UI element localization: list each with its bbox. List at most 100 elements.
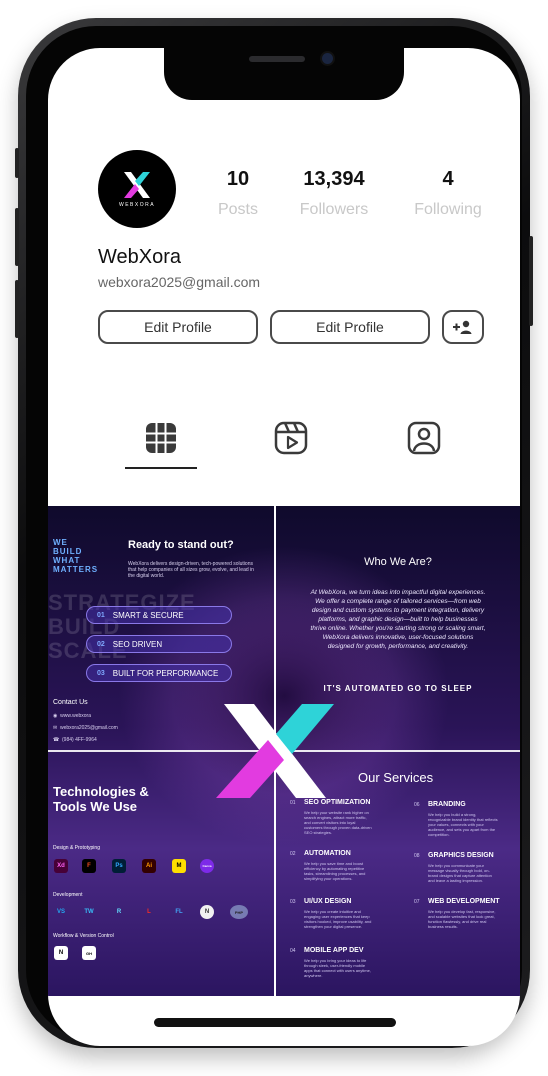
contact-email: webxora2025@gmail.com <box>59 725 118 731</box>
xd-icon: Xd <box>54 859 68 873</box>
home-indicator[interactable] <box>154 1018 396 1027</box>
service-description: We help you save time and boost efficien… <box>304 861 366 881</box>
service-title: WEB DEVELOPMENT <box>428 898 500 905</box>
development-tools-title: Development <box>53 892 83 898</box>
pill-number: 02 <box>97 640 105 648</box>
post-grid: WE BUILD WHAT MATTERS Ready to stand out… <box>48 506 520 996</box>
service-title: UI/UX DESIGN <box>304 898 352 905</box>
notch <box>164 48 404 100</box>
stat-followers[interactable]: 13,394 Followers <box>286 168 382 219</box>
add-friend-button[interactable] <box>442 310 484 344</box>
stat-following-label: Following <box>414 201 482 218</box>
feature-pill: 02 SEO DRIVEN <box>86 635 232 653</box>
service-description: We help you bring your ideas to life thr… <box>304 958 371 978</box>
profile-email: webxora2025@gmail.com <box>98 274 261 290</box>
tech-heading: Technologies & Tools We Use <box>53 784 149 814</box>
react-icon: R <box>116 909 122 915</box>
edit-profile-button[interactable]: Edit Profile <box>98 310 258 344</box>
feature-pill: 01 SMART & SECURE <box>86 606 232 624</box>
service-number: 04 <box>290 948 296 954</box>
we-build-tagline: WE BUILD WHAT MATTERS <box>53 538 98 574</box>
ready-heading: Ready to stand out? <box>128 539 234 551</box>
tagline-line: WE <box>53 538 68 547</box>
vscode-icon: VS <box>56 909 65 915</box>
edit-profile-button-secondary[interactable]: Edit Profile <box>270 310 430 344</box>
contact-item: ◉ www.webxora <box>53 713 92 719</box>
add-user-icon <box>453 320 472 334</box>
stat-posts-value: 10 <box>226 168 250 190</box>
tagline-line: WHAT <box>53 556 81 565</box>
service-title: MOBILE APP DEV <box>304 947 364 954</box>
avatar-brand-text: WEBXORA <box>118 202 156 208</box>
reels-icon <box>274 421 308 455</box>
contact-website: www.webxora <box>60 713 92 719</box>
tagged-icon <box>407 421 441 455</box>
ready-subtext: WebXora delivers design-driven, tech-pow… <box>128 561 254 579</box>
service-number: 03 <box>290 899 296 905</box>
tech-heading-line: Technologies & <box>53 784 149 799</box>
tagline-line: MATTERS <box>53 565 99 574</box>
service-description: We help you develop fast, responsive, an… <box>428 909 496 929</box>
contact-phone: (984) 4FF-9964 <box>62 737 97 743</box>
stat-followers-value: 13,394 <box>303 168 365 190</box>
who-body: At WebXora, we turn ideas into impactful… <box>310 589 486 650</box>
notion-icon: N <box>54 946 68 960</box>
volume-up-button <box>15 208 19 266</box>
contact-title: Contact Us <box>53 699 88 706</box>
pill-number: 01 <box>97 611 105 619</box>
speaker <box>249 56 305 62</box>
services-heading: Our Services <box>358 770 434 785</box>
contact-item: ☎ (984) 4FF-9964 <box>53 737 97 743</box>
canva-icon: Canva <box>200 859 214 873</box>
design-tools-title: Design & Prototyping <box>53 845 100 851</box>
screen: WEBXORA 10 Posts 13,394 Followers 4 Foll… <box>48 48 520 1046</box>
feature-pill: 03 BUILT FOR PERFORMANCE <box>86 664 232 682</box>
stat-posts-label: Posts <box>217 201 258 218</box>
webxora-logo-icon <box>124 172 150 198</box>
tab-reels[interactable] <box>273 420 309 456</box>
automated-tagline: IT'S AUTOMATED GO TO SLEEP <box>323 684 473 693</box>
workflow-tools-title: Workflow & Version Control <box>53 933 114 939</box>
tab-tagged[interactable] <box>406 420 442 456</box>
tailwind-icon: TW <box>84 909 94 915</box>
service-number: 07 <box>414 899 420 905</box>
tab-posts-grid[interactable] <box>143 420 179 456</box>
figma-icon: F <box>82 859 96 873</box>
laravel-icon: L <box>147 909 151 915</box>
contact-item: ✉ webxora2025@gmail.com <box>53 725 118 731</box>
service-title: BRANDING <box>428 801 466 808</box>
service-title: AUTOMATION <box>304 850 351 857</box>
pill-label: SEO DRIVEN <box>112 639 163 649</box>
power-button <box>529 236 533 326</box>
illustrator-icon: Ai <box>142 859 156 873</box>
pill-number: 03 <box>97 669 105 677</box>
nextjs-icon: N <box>200 905 214 919</box>
volume-down-button <box>15 280 19 338</box>
flutter-icon: FL <box>175 909 183 915</box>
avatar[interactable]: WEBXORA <box>98 150 176 228</box>
miro-icon: M <box>172 859 186 873</box>
grid-icon <box>146 423 176 453</box>
service-number: 08 <box>414 853 420 859</box>
service-description: We help you build a strong, recognizable… <box>428 812 498 837</box>
phone-frame: WEBXORA 10 Posts 13,394 Followers 4 Foll… <box>15 18 533 1048</box>
tech-heading-line: Tools We Use <box>53 799 138 814</box>
service-number: 06 <box>414 802 420 808</box>
stat-posts[interactable]: 10 Posts <box>210 168 266 219</box>
stat-followers-label: Followers <box>299 201 369 218</box>
pill-label: SMART & SECURE <box>112 610 184 620</box>
photoshop-icon: Ps <box>112 859 126 873</box>
active-tab-indicator <box>125 467 197 469</box>
php-icon: PHP <box>230 905 248 919</box>
stat-following[interactable]: 4 Following <box>400 168 496 219</box>
mute-switch <box>15 148 19 178</box>
service-title: GRAPHICS DESIGN <box>428 852 494 859</box>
github-icon: GH <box>82 946 96 960</box>
service-description: We help you create intuitive and engagin… <box>304 909 372 929</box>
who-heading: Who We Are? <box>364 556 432 568</box>
pill-label: BUILT FOR PERFORMANCE <box>112 668 219 678</box>
service-description: We help you communicate your message vis… <box>428 863 492 883</box>
webxora-large-logo-icon <box>216 704 334 798</box>
front-camera <box>322 53 333 64</box>
tagline-line: BUILD <box>53 547 83 556</box>
